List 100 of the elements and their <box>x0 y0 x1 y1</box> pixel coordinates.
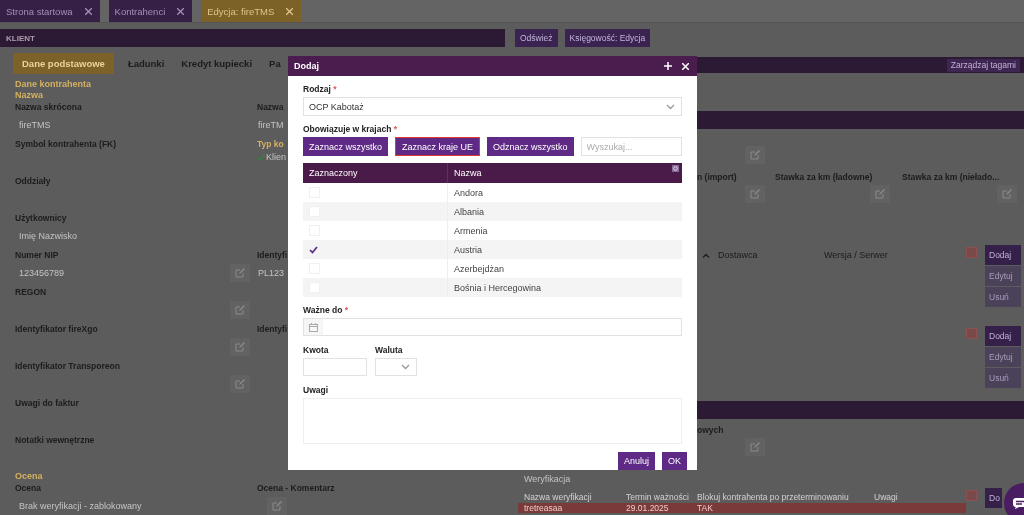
edit-button[interactable] <box>230 338 250 356</box>
small-square-icon <box>966 490 977 501</box>
section-title: Weryfikacja <box>523 474 571 485</box>
edit-button[interactable] <box>745 438 765 456</box>
field-label: Identyfi <box>257 249 288 261</box>
page-tab[interactable]: Strona startowa <box>0 0 100 22</box>
table-cell: Bośnia i Hercegowina <box>447 278 542 297</box>
dialog-button[interactable]: Anuluj <box>617 452 655 470</box>
edit-button[interactable] <box>230 264 250 282</box>
chat-icon <box>1013 497 1024 509</box>
column-header: Nazwa weryfikacji <box>523 491 593 502</box>
panel-title: KLIENT <box>5 33 35 43</box>
page-tab[interactable]: Edycja: fireTMS <box>201 0 302 22</box>
edit-icon <box>235 305 245 315</box>
table-cell-text: 29.01.2025 <box>625 503 670 513</box>
toolbar-button[interactable]: Księgowość: Edycja <box>564 29 651 47</box>
section-tab[interactable]: Dane podstawowe <box>13 52 114 74</box>
edit-button[interactable] <box>870 185 890 203</box>
manage-tags-button[interactable]: Zarządzaj tagami <box>946 58 1020 72</box>
currency-select[interactable] <box>375 358 417 376</box>
section-heading: Nazwa <box>15 90 43 101</box>
edit-icon <box>750 150 760 160</box>
type-select[interactable]: OCP Kabotaż <box>303 97 682 116</box>
dialog-button[interactable]: OK <box>662 452 687 470</box>
check-label: Klien <box>266 152 286 162</box>
field-value: 123456789 <box>18 268 65 278</box>
required-mark: * <box>393 124 398 134</box>
edit-icon <box>1002 189 1012 199</box>
field-label: Nazwa skrócona <box>15 101 82 113</box>
edit-icon <box>875 189 885 199</box>
field-label: Użytkownicy <box>15 212 67 224</box>
chevron-down-icon <box>401 364 410 370</box>
field-label: Numer NIP <box>15 249 59 261</box>
edit-button[interactable] <box>230 301 250 319</box>
edit-icon <box>272 501 282 511</box>
field-label: Obowiązuje w krajach <box>303 124 392 134</box>
table-row[interactable]: tretreasaa 29.01.2025 TAK <box>518 503 966 513</box>
field-value: PL123 <box>257 268 285 278</box>
check-icon <box>257 153 265 161</box>
column-header: Blokuj kontrahenta po przeterminowaniu <box>696 491 850 502</box>
field-label: Stawka za km (ładowne) <box>775 171 873 183</box>
calendar-icon <box>309 322 318 332</box>
search-field[interactable]: Wyszukaj... <box>580 137 682 156</box>
required-mark: * <box>344 305 349 315</box>
edit-icon <box>750 189 760 199</box>
settings-icon[interactable] <box>672 165 679 172</box>
select-button[interactable]: Zaznacz kraje UE <box>395 137 481 156</box>
table-cell-text: tretreasaa <box>523 503 564 513</box>
field-label: Ważne do <box>303 305 343 315</box>
field-label: n (import) <box>697 171 737 183</box>
section-heading: Ocena <box>15 471 43 482</box>
field-label: Identyfikator Transporeon <box>15 360 120 372</box>
edit-button[interactable] <box>267 497 287 515</box>
select-button[interactable]: Zaznacz wszystko <box>303 137 389 156</box>
field-label: Stawka za km (niełado... <box>902 171 1000 183</box>
field-label: Identyfikator fireXgo <box>15 323 98 335</box>
plus-icon[interactable] <box>664 62 672 70</box>
select-button[interactable]: Odznacz wszystko <box>487 137 574 156</box>
field-label: Typ ko <box>257 138 284 150</box>
field-label: Identyfi <box>257 323 288 335</box>
dialog-title: Dodaj <box>294 61 319 71</box>
action-button[interactable]: Dodaj <box>985 326 1021 346</box>
small-square-icon <box>966 328 977 339</box>
field-label: owych <box>697 424 724 436</box>
amount-field[interactable] <box>303 358 367 376</box>
field-value: fireTM <box>257 120 284 130</box>
edit-icon <box>235 379 245 389</box>
checkbox[interactable] <box>309 245 318 254</box>
chevron-down-icon <box>666 103 675 110</box>
column-header: Termin ważności <box>625 491 690 502</box>
field-label: Waluta <box>375 345 403 355</box>
action-button[interactable]: Dodaj <box>985 245 1021 265</box>
action-button[interactable]: Do <box>985 488 1002 508</box>
small-square-icon <box>966 247 977 258</box>
field-label: Uwagi do faktur <box>15 397 79 409</box>
field-label: Kwota <box>303 345 329 355</box>
edit-icon <box>235 268 245 278</box>
edit-button[interactable] <box>230 375 250 393</box>
edit-button[interactable] <box>745 185 765 203</box>
edit-button[interactable] <box>745 146 765 164</box>
table-cell: Austria <box>447 240 482 259</box>
field-label: Symbol kontrahenta (FK) <box>15 138 117 150</box>
page-tab[interactable]: Kontrahenci <box>108 0 193 22</box>
field-label: REGON <box>15 286 47 298</box>
section-heading: Dane kontrahenta <box>15 79 92 90</box>
field-label: Oddziały <box>15 175 51 187</box>
toolbar-button[interactable]: Odśwież <box>515 29 558 47</box>
column-header[interactable]: Nazwa <box>447 163 482 183</box>
required-mark: * <box>333 84 337 94</box>
edit-icon <box>750 442 760 452</box>
field-value: fireTMS <box>18 120 51 130</box>
chevron-up-icon[interactable] <box>702 252 710 258</box>
edit-button[interactable] <box>997 185 1017 203</box>
edit-icon <box>235 342 245 352</box>
date-field[interactable] <box>303 318 682 336</box>
field-value: Brak weryfikacji - zablokowany <box>18 501 142 511</box>
table-cell: Albania <box>447 202 485 221</box>
column-header: Uwagi <box>873 491 898 502</box>
table-cell-text: TAK <box>696 503 714 513</box>
column-header[interactable]: Zaznaczony <box>303 163 447 183</box>
